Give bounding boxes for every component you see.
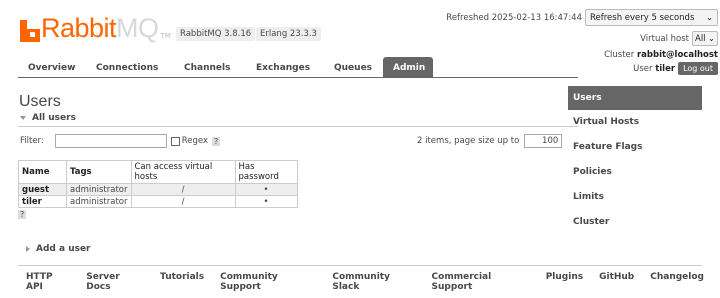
admin-sidebar: Users Virtual Hosts Feature Flags Polici… <box>568 86 702 235</box>
page-size-input[interactable]: 100 <box>524 134 563 148</box>
triangle-right-icon <box>26 246 30 252</box>
refresh-interval-select[interactable]: Refresh every 5 seconds ⌄ <box>585 9 718 26</box>
filter-input[interactable] <box>54 134 167 148</box>
user-name: tiler <box>655 63 676 74</box>
trademark: TM <box>160 32 171 40</box>
erlang-version-badge: Erlang 23.3.3 <box>256 27 321 41</box>
all-users-section-toggle[interactable]: All users <box>20 113 76 123</box>
page-title: Users <box>19 93 61 110</box>
tab-channels[interactable]: Channels <box>174 57 246 78</box>
items-count: 2 items, page size up to <box>417 136 520 146</box>
table-row[interactable]: tiler administrator / • <box>18 195 298 208</box>
sidebar-item-policies[interactable]: Policies <box>568 160 702 185</box>
footer-link-plugins[interactable]: Plugins <box>546 272 583 292</box>
footer-link-tutorials[interactable]: Tutorials <box>160 272 204 292</box>
user-vhosts: / <box>130 195 236 208</box>
cluster-info: Cluster rabbit@localhost <box>604 50 718 60</box>
tabs-divider <box>18 77 578 78</box>
user-info: User tiler Log out <box>633 62 718 75</box>
tab-admin[interactable]: Admin <box>383 57 433 78</box>
refreshed-timestamp: Refreshed 2025-02-13 16:47:44 <box>446 13 582 23</box>
user-name-link[interactable]: guest <box>18 183 67 196</box>
regex-help-button[interactable]: ? <box>212 136 221 146</box>
chevron-down-icon: ⌄ <box>707 33 715 44</box>
sidebar-item-virtual-hosts[interactable]: Virtual Hosts <box>568 110 702 135</box>
sidebar-item-users[interactable]: Users <box>568 86 702 110</box>
tab-overview[interactable]: Overview <box>18 57 86 78</box>
filter-label: Filter: <box>20 136 44 146</box>
regex-option[interactable]: Regex <box>170 136 208 146</box>
main-nav: Overview Connections Channels Exchanges … <box>18 57 433 78</box>
footer-links: HTTP API Server Docs Tutorials Community… <box>26 272 720 292</box>
logo-text: RabbitMQ <box>41 13 159 43</box>
footer-link-community-support[interactable]: Community Support <box>220 272 316 292</box>
table-help-button[interactable]: ? <box>18 210 27 219</box>
user-tags: administrator <box>66 195 132 208</box>
regex-checkbox[interactable] <box>170 136 180 146</box>
section-divider <box>18 126 578 127</box>
user-vhosts: / <box>130 183 236 196</box>
table-row[interactable]: guest administrator / • <box>18 183 298 196</box>
virtual-host-row: Virtual host All ⌄ <box>640 31 718 46</box>
footer-link-community-slack[interactable]: Community Slack <box>332 272 415 292</box>
user-has-password: • <box>234 183 298 196</box>
user-tags: administrator <box>66 183 132 196</box>
footer-link-github[interactable]: GitHub <box>599 272 634 292</box>
column-header-vhosts[interactable]: Can access virtual hosts <box>130 160 236 184</box>
rabbitmq-logo-icon <box>20 20 40 42</box>
logout-button[interactable]: Log out <box>678 62 718 75</box>
cluster-name: rabbit@localhost <box>636 50 718 60</box>
user-name-link[interactable]: tiler <box>18 195 67 208</box>
column-header-password[interactable]: Has password <box>234 160 298 184</box>
tab-connections[interactable]: Connections <box>86 57 174 78</box>
chevron-down-icon: ⌄ <box>705 12 713 23</box>
add-user-section-toggle[interactable]: Add a user <box>26 244 91 254</box>
sidebar-item-feature-flags[interactable]: Feature Flags <box>568 135 702 160</box>
tab-queues[interactable]: Queues <box>328 57 383 78</box>
users-table: Name Tags Can access virtual hosts Has p… <box>18 160 298 208</box>
footer-divider <box>18 265 702 266</box>
rabbitmq-version-badge: RabbitMQ 3.8.16 <box>176 27 256 41</box>
user-has-password: • <box>234 195 298 208</box>
footer-link-server-docs[interactable]: Server Docs <box>86 272 144 292</box>
sidebar-item-cluster[interactable]: Cluster <box>568 210 702 235</box>
triangle-down-icon <box>20 116 26 120</box>
footer-link-http-api[interactable]: HTTP API <box>26 272 70 292</box>
rabbitmq-logo[interactable]: RabbitMQ TM <box>20 12 171 42</box>
pagination: 2 items, page size up to 100 <box>417 134 563 148</box>
column-header-name[interactable]: Name <box>18 160 67 184</box>
footer-link-changelog[interactable]: Changelog <box>650 272 704 292</box>
column-header-tags[interactable]: Tags <box>66 160 132 184</box>
virtual-host-select[interactable]: All ⌄ <box>692 31 718 46</box>
footer-link-commercial-support[interactable]: Commercial Support <box>432 272 530 292</box>
filter-row: Filter: Regex ? <box>20 134 221 148</box>
tab-exchanges[interactable]: Exchanges <box>246 57 328 78</box>
sidebar-item-limits[interactable]: Limits <box>568 185 702 210</box>
